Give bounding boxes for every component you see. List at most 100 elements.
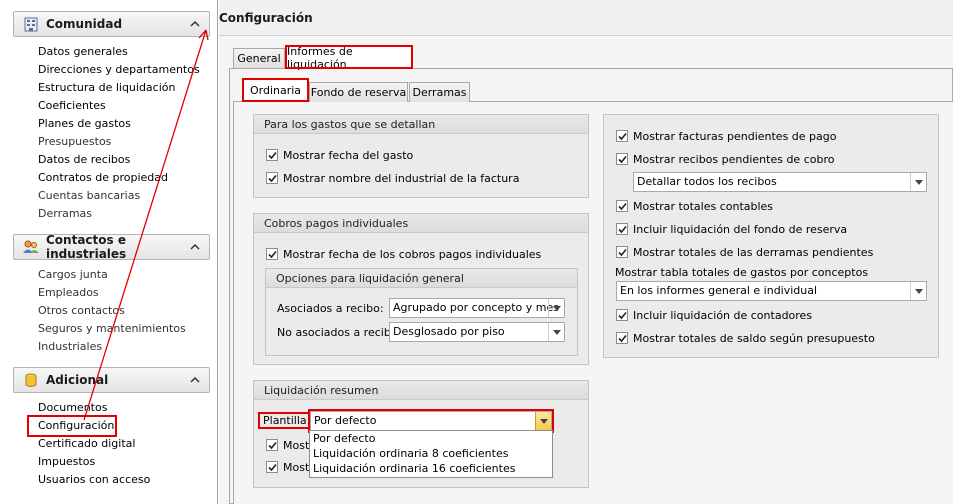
checkbox-checked[interactable] [616,200,628,212]
group-header-adicional[interactable]: Adicional [13,367,210,393]
sidebar: Comunidad Datos generales Direcciones y … [0,0,218,504]
panel-title: Cobros pagos individuales [254,214,588,233]
nav-item-coeficientes[interactable]: Coeficientes [38,97,200,115]
option-row[interactable]: Incluir liquidación del fondo de reserva [616,221,847,237]
checkbox-checked[interactable] [266,248,278,260]
nav-item-estructura-liquidacion[interactable]: Estructura de liquidación [38,79,200,97]
checkbox-checked[interactable] [616,246,628,258]
chevron-down-icon[interactable] [910,173,926,191]
option-label: Incluir liquidación de contadores [633,308,813,322]
nav-item-certificado-digital[interactable]: Certificado digital [38,435,150,453]
nav-item-derramas[interactable]: Derramas [38,205,200,223]
subtab-fondo-reserva[interactable]: Fondo de reserva [309,82,408,102]
subpanel-title: Opciones para liquidación general [266,269,577,288]
dropdown-option[interactable]: Liquidación ordinaria 8 coeficientes [310,446,552,461]
plantilla-select[interactable]: Por defecto [308,409,554,433]
chevron-up-icon[interactable] [189,240,201,252]
adicional-list: Documentos Configuración Certificado dig… [27,399,150,489]
checkbox-checked[interactable] [616,153,628,165]
nav-item-industriales[interactable]: Industriales [38,338,186,356]
chevron-up-icon[interactable] [189,17,201,29]
select-value: Detallar todos los recibos [637,175,777,188]
chevron-down-icon[interactable] [910,282,926,300]
nav-item-seguros[interactable]: Seguros y mantenimientos [38,320,186,338]
gastos-panel: Para los gastos que se detallan Mostrar … [253,114,589,198]
option-row[interactable]: Mostrar nombre del industrial de la fact… [266,170,519,186]
contactos-list: Cargos junta Empleados Otros contactos S… [38,266,186,356]
option-label: Mostrar totales contables [633,199,774,213]
option-row[interactable]: Mostrar facturas pendientes de pago [616,128,836,144]
option-label: Incluir liquidación del fondo de reserva [633,222,848,236]
tabla-select[interactable]: En los informes general e individual [616,281,927,301]
subtab-ordinaria[interactable]: Ordinaria [242,78,309,102]
option-label: Mostrar facturas pendientes de pago [633,129,837,143]
nav-item-impuestos[interactable]: Impuestos [38,453,150,471]
people-icon [23,239,39,255]
option-row[interactable]: Mostr [266,437,314,453]
select-value: Agrupado por concepto y mes [393,301,559,314]
nav-item-empleados[interactable]: Empleados [38,284,186,302]
option-row[interactable]: Mostr [266,459,314,475]
checkbox-checked[interactable] [616,309,628,321]
liquidacion-general-subpanel: Opciones para liquidación general Asocia… [265,268,578,356]
panel-title: Liquidación resumen [254,381,588,400]
checkbox-checked[interactable] [616,223,628,235]
group-title: Comunidad [46,17,123,31]
nav-item-contratos-propiedad[interactable]: Contratos de propiedad [38,169,200,187]
plantilla-label: Plantilla: [257,412,316,429]
nav-item-direcciones[interactable]: Direcciones y departamentos [38,61,200,79]
chevron-down-icon[interactable] [548,323,564,341]
option-label: Mostrar totales de saldo según presupues… [633,331,875,345]
nav-item-presupuestos[interactable]: Presupuestos [38,133,200,151]
tab-informes-liquidacion[interactable]: Informes de liquidación [285,45,413,71]
checkbox-checked[interactable] [266,149,278,161]
nav-item-documentos[interactable]: Documentos [38,399,150,417]
no-asociados-label: No asociados a recibo: [277,326,402,339]
option-row[interactable]: Mostrar fecha de los cobros pagos indivi… [266,246,541,262]
checkbox-checked[interactable] [616,130,628,142]
tab-general[interactable]: General [233,48,285,68]
nav-item-datos-generales[interactable]: Datos generales [38,43,200,61]
plantilla-dropdown-list: Por defecto Liquidación ordinaria 8 coef… [309,430,553,478]
dropdown-option[interactable]: Por defecto [310,431,552,446]
checkbox-checked[interactable] [266,439,278,451]
option-row[interactable]: Mostrar totales de saldo según presupues… [616,330,875,346]
nav-item-configuracion[interactable]: Configuración [27,415,117,437]
database-icon [23,372,39,388]
building-icon [23,16,39,32]
right-options-panel: Mostrar facturas pendientes de pago Most… [603,114,939,358]
select-value: En los informes general e individual [620,284,818,297]
subtab-derramas[interactable]: Derramas [409,82,470,102]
recibos-select[interactable]: Detallar todos los recibos [633,172,927,192]
option-row[interactable]: Mostrar totales de las derramas pendient… [616,244,873,260]
nav-item-otros-contactos[interactable]: Otros contactos [38,302,186,320]
option-row[interactable]: Mostrar recibos pendientes de cobro [616,151,834,167]
no-asociados-select[interactable]: Desglosado por piso [389,322,565,342]
nav-item-cuentas-bancarias[interactable]: Cuentas bancarias [38,187,200,205]
comunidad-list: Datos generales Direcciones y departamen… [38,43,200,223]
option-label: Mostrar fecha de los cobros pagos indivi… [283,247,542,261]
option-row[interactable]: Incluir liquidación de contadores [616,307,812,323]
dropdown-option[interactable]: Liquidación ordinaria 16 coeficientes [310,461,552,476]
nav-item-planes-gastos[interactable]: Planes de gastos [38,115,200,133]
option-row[interactable]: Mostrar fecha del gasto [266,147,413,163]
nav-item-cargos-junta[interactable]: Cargos junta [38,266,186,284]
asociados-select[interactable]: Agrupado por concepto y mes [389,298,565,318]
checkbox-checked[interactable] [266,461,278,473]
page-title: Configuración [219,0,953,36]
tabla-label: Mostrar tabla totales de gastos por conc… [615,266,869,279]
nav-item-usuarios-acceso[interactable]: Usuarios con acceso [38,471,150,489]
checkbox-checked[interactable] [266,172,278,184]
chevron-down-icon[interactable] [535,412,551,430]
group-header-comunidad[interactable]: Comunidad [13,11,210,37]
asociados-label: Asociados a recibo: [277,302,384,315]
chevron-up-icon[interactable] [189,373,201,385]
group-header-contactos[interactable]: Contactos e industriales [13,233,210,261]
option-row[interactable]: Mostrar totales contables [616,198,773,214]
select-value: Desglosado por piso [393,325,505,338]
checkbox-checked[interactable] [616,332,628,344]
option-label: Mostrar totales de las derramas pendient… [633,245,874,259]
nav-item-datos-recibos[interactable]: Datos de recibos [38,151,200,169]
option-label: Mostrar recibos pendientes de cobro [633,152,835,166]
chevron-down-icon[interactable] [548,299,564,317]
